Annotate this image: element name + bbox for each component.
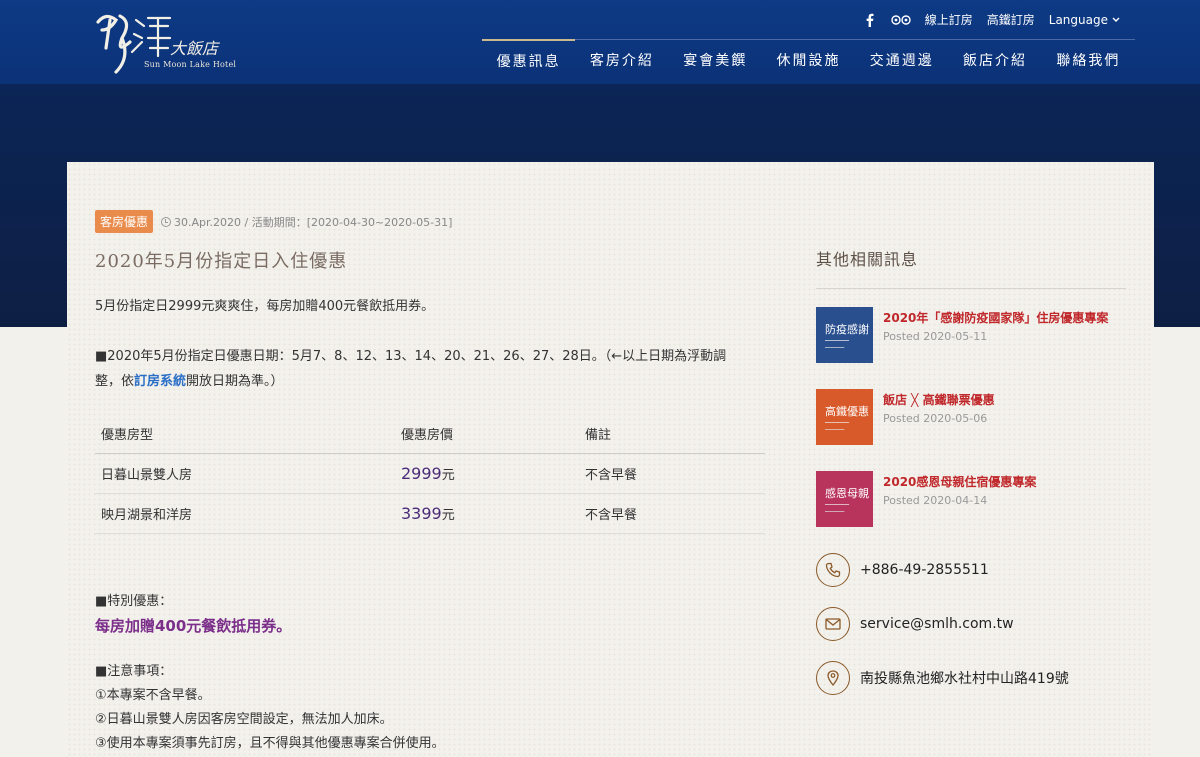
notice-item: ①本專案不含早餐。 [95, 688, 211, 703]
nav-item-rooms[interactable]: 客房介紹 [575, 40, 668, 83]
email-address[interactable]: service@smlh.com.tw [860, 616, 1014, 632]
room-price: 2999元 [395, 453, 579, 494]
notice-label: ■注意事項： [95, 664, 173, 679]
room-note: 不含早餐 [579, 493, 765, 534]
article-date: 30.Apr.2020 / 活動期間：[2020-04-30~2020-05-3… [161, 214, 452, 230]
main-nav: 優惠訊息 客房介紹 宴會美饌 休閒設施 交通週邊 飯店介紹 聯絡我們 [482, 39, 1135, 83]
nav-item-transport[interactable]: 交通週邊 [855, 40, 948, 83]
room-type: 映月湖景和洋房 [95, 493, 395, 534]
street-address: 南投縣魚池鄉水社村中山路419號 [860, 671, 1069, 687]
post-title-link[interactable]: 2020年「感謝防疫國家隊」住房優惠專案 [883, 309, 1108, 326]
table-row: 日暮山景雙人房 2999元 不含早餐 [95, 453, 765, 494]
special-offer-label: ■特別優惠： [95, 594, 173, 609]
phone-number[interactable]: +886-49-2855511 [860, 562, 989, 578]
nav-item-dining[interactable]: 宴會美饌 [669, 40, 762, 83]
notice-section: ■注意事項： ①本專案不含早餐。 ②日暮山景雙人房因客房空間設定，無法加人加床。… [95, 660, 765, 756]
post-date: Posted 2020-04-14 [883, 494, 988, 507]
content-card: 客房優惠 30.Apr.2020 / 活動期間：[2020-04-30~2020… [67, 162, 1154, 757]
logo-calligraphy: 大飯店 [96, 14, 220, 74]
article-intro: 5月份指定日2999元爽爽住，每房加贈400元餐飲抵用券。 [95, 299, 435, 314]
hotel-logo[interactable]: 大飯店 Sun Moon Lake Hotel [92, 8, 242, 80]
post-date: Posted 2020-05-11 [883, 330, 988, 343]
col-note: 備註 [579, 418, 765, 454]
post-title-link[interactable]: 飯店 ╳ 高鐵聯票優惠 [883, 391, 995, 408]
room-note: 不含早餐 [579, 453, 765, 494]
post-title-link[interactable]: 2020感恩母親住宿優惠專案 [883, 473, 1036, 490]
post-thumbnail[interactable]: 高鐵優惠 ━━━━━━━━━━ ━━━━━━━━ [816, 389, 873, 445]
col-room-type: 優惠房型 [95, 418, 395, 454]
logo-english: Sun Moon Lake Hotel [144, 60, 237, 69]
nav-item-leisure[interactable]: 休閒設施 [762, 40, 855, 83]
article-title: 2020年5月份指定日入住優惠 [95, 251, 348, 272]
map-pin-icon [816, 661, 850, 695]
tripadvisor-icon[interactable] [891, 12, 911, 28]
online-booking-link[interactable]: 線上訂房 [925, 11, 973, 28]
sidebar: 其他相關訊息 防疫感謝 ━━━━━━━━━━ ━━━━━━━━ 2020年「感謝防… [816, 246, 1126, 695]
table-header-row: 優惠房型 優惠房價 備註 [95, 418, 765, 454]
nav-item-about[interactable]: 飯店介紹 [948, 40, 1041, 83]
contact-email: service@smlh.com.tw [816, 607, 1126, 641]
post-date: Posted 2020-05-06 [883, 412, 988, 425]
related-post[interactable]: 感恩母親 ━━━━━━━━━━ ━━━━━━━━ 2020感恩母親住宿優惠專案 P… [816, 471, 1126, 527]
post-thumbnail[interactable]: 防疫感謝 ━━━━━━━━━━ ━━━━━━━━ [816, 307, 873, 363]
site-header: 大飯店 Sun Moon Lake Hotel 線上訂房 高鐵訂房 Langua… [0, 0, 1200, 84]
room-price-table: 優惠房型 優惠房價 備註 日暮山景雙人房 2999元 不含早餐 映月湖景和洋房 … [95, 418, 765, 534]
svg-text:大飯店: 大飯店 [170, 39, 220, 58]
hsr-booking-link[interactable]: 高鐵訂房 [987, 11, 1035, 28]
special-offer-text: 每房加贈400元餐飲抵用券。 [95, 617, 292, 635]
notice-item: ③使用本專案須事先訂房，且不得與其他優惠專案合併使用。 [95, 736, 445, 751]
post-thumbnail[interactable]: 感恩母親 ━━━━━━━━━━ ━━━━━━━━ [816, 471, 873, 527]
article: 客房優惠 30.Apr.2020 / 活動期間：[2020-04-30~2020… [95, 210, 765, 756]
room-type: 日暮山景雙人房 [95, 453, 395, 494]
nav-item-offers[interactable]: 優惠訊息 [482, 39, 576, 83]
chevron-down-icon [1112, 17, 1120, 22]
contact-address: 南投縣魚池鄉水社村中山路419號 [816, 661, 1126, 695]
room-price: 3399元 [395, 493, 579, 534]
sidebar-title: 其他相關訊息 [816, 246, 1126, 289]
clock-icon [161, 216, 172, 227]
phone-icon [816, 553, 850, 587]
language-selector[interactable]: Language [1049, 13, 1120, 27]
booking-system-link[interactable]: 訂房系統 [134, 374, 186, 389]
contact-phone: +886-49-2855511 [816, 553, 1126, 587]
offer-dates-line2: 整，依訂房系統開放日期為準。） [95, 374, 284, 389]
col-price: 優惠房價 [395, 418, 579, 454]
article-meta: 客房優惠 30.Apr.2020 / 活動期間：[2020-04-30~2020… [95, 210, 765, 233]
related-post[interactable]: 防疫感謝 ━━━━━━━━━━ ━━━━━━━━ 2020年「感謝防疫國家隊」住房… [816, 307, 1126, 363]
offer-dates: ■2020年5月份指定日優惠日期：5月7、8、12、13、14、20、21、26… [95, 344, 765, 394]
table-row: 映月湖景和洋房 3399元 不含早餐 [95, 493, 765, 534]
utility-bar: 線上訂房 高鐵訂房 Language [863, 11, 1120, 28]
facebook-icon[interactable] [863, 12, 877, 28]
nav-item-contact[interactable]: 聯絡我們 [1042, 40, 1135, 83]
notice-item: ②日暮山景雙人房因客房空間設定，無法加人加床。 [95, 712, 393, 727]
mail-icon [816, 607, 850, 641]
language-label: Language [1048, 12, 1108, 27]
offer-dates-line1: ■2020年5月份指定日優惠日期：5月7、8、12、13、14、20、21、26… [95, 349, 727, 364]
category-badge[interactable]: 客房優惠 [95, 210, 154, 233]
related-post[interactable]: 高鐵優惠 ━━━━━━━━━━ ━━━━━━━━ 飯店 ╳ 高鐵聯票優惠 Post… [816, 389, 1126, 445]
